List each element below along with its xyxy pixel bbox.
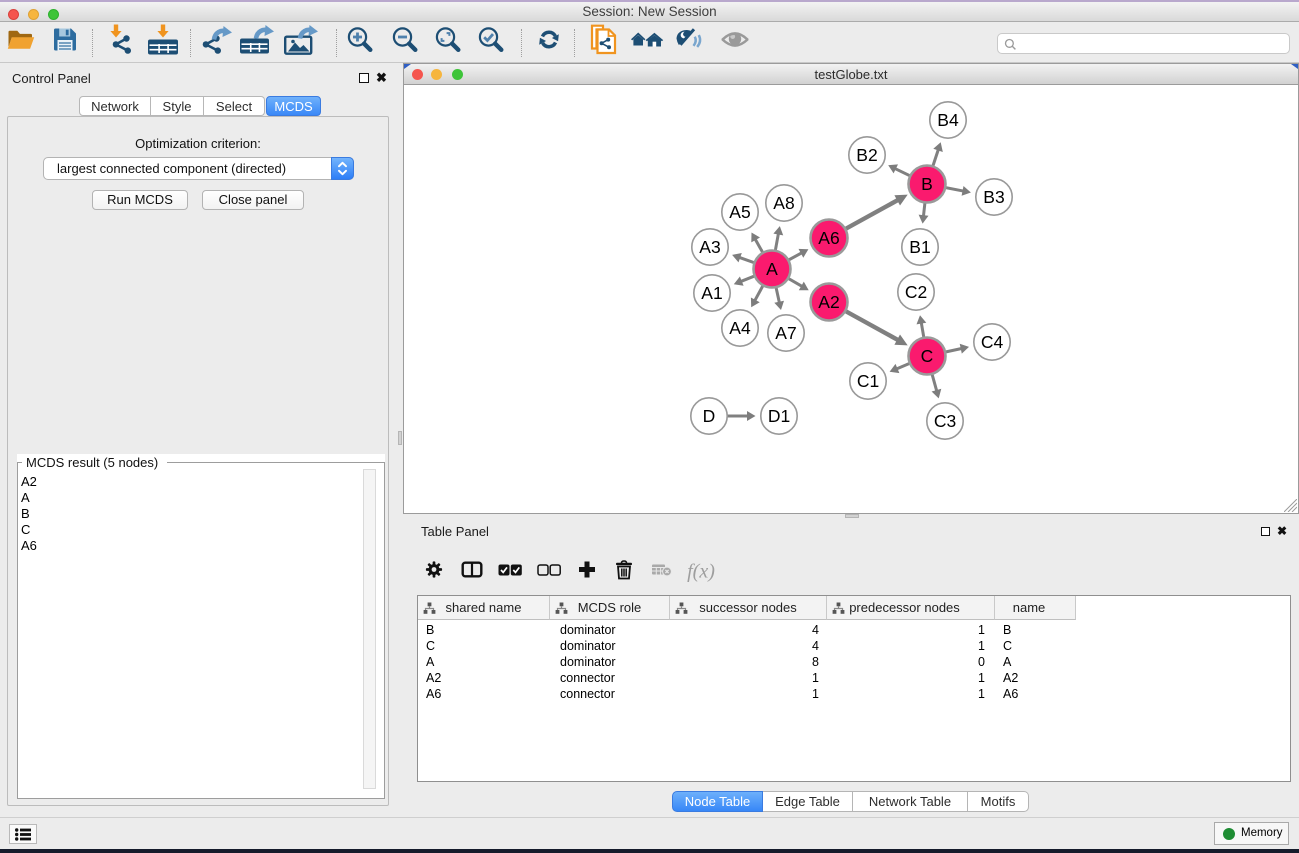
svg-text:A1: A1 <box>701 283 722 303</box>
svg-text:A8: A8 <box>773 193 794 213</box>
svg-text:B: B <box>921 174 933 194</box>
svg-text:C2: C2 <box>905 282 927 302</box>
svg-text:A4: A4 <box>729 318 751 338</box>
svg-text:B1: B1 <box>909 237 930 257</box>
svg-text:C: C <box>921 346 934 366</box>
svg-text:C1: C1 <box>857 371 879 391</box>
svg-text:A2: A2 <box>818 292 839 312</box>
svg-text:D: D <box>703 406 716 426</box>
svg-text:C4: C4 <box>981 332 1004 352</box>
svg-text:A7: A7 <box>775 323 796 343</box>
svg-text:A5: A5 <box>729 202 750 222</box>
svg-text:B3: B3 <box>983 187 1004 207</box>
svg-text:B2: B2 <box>856 145 877 165</box>
svg-text:C3: C3 <box>934 411 956 431</box>
svg-text:B4: B4 <box>937 110 959 130</box>
svg-text:A: A <box>766 259 778 279</box>
svg-text:D1: D1 <box>768 406 790 426</box>
svg-text:A3: A3 <box>699 237 720 257</box>
svg-text:A6: A6 <box>818 228 839 248</box>
